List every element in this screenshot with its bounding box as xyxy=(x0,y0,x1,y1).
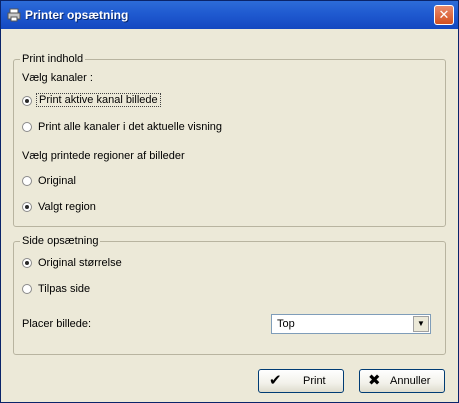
print-content-group-label: Print indhold xyxy=(20,53,86,65)
dialog-content: Print indhold Vælg kanaler : Print aktiv… xyxy=(5,31,454,400)
cancel-button-label: Annuller xyxy=(390,375,431,387)
close-button[interactable]: ✕ xyxy=(434,5,454,25)
radio-label: Print aktive kanal billede xyxy=(36,93,161,107)
radio-button[interactable] xyxy=(22,176,32,186)
close-icon: ✕ xyxy=(438,7,450,22)
printer-setup-dialog: Printer opsætning ✕ Print indhold Vælg k… xyxy=(0,0,459,403)
radio-button-checked[interactable] xyxy=(22,96,32,106)
radio-label: Original xyxy=(38,175,76,187)
page-setup-group: Side opsætning Original størrelse Tilpas… xyxy=(13,235,446,355)
radio-button[interactable] xyxy=(22,122,32,132)
chevron-down-icon: ▼ xyxy=(417,319,425,328)
placement-selected-value: Top xyxy=(277,318,295,330)
window-title: Printer opsætning xyxy=(25,8,129,22)
x-icon: ✖ xyxy=(368,372,381,389)
radio-button-checked[interactable] xyxy=(22,202,32,212)
radio-label: Original størrelse xyxy=(38,257,122,269)
checkmark-icon: ✔ xyxy=(269,372,282,389)
page-setup-group-label: Side opsætning xyxy=(20,235,101,247)
print-button[interactable]: ✔ Print xyxy=(258,369,344,393)
radio-button[interactable] xyxy=(22,284,32,294)
channels-label: Vælg kanaler : xyxy=(22,72,93,84)
printer-icon xyxy=(7,8,21,22)
print-button-label: Print xyxy=(303,375,326,387)
print-content-group: Print indhold Vælg kanaler : Print aktiv… xyxy=(13,53,446,227)
title-bar[interactable]: Printer opsætning ✕ xyxy=(1,1,458,29)
radio-label: Valgt region xyxy=(38,201,96,213)
radio-label: Tilpas side xyxy=(38,283,91,295)
radio-label: Print alle kanaler i det aktuelle visnin… xyxy=(38,121,223,133)
cancel-button[interactable]: ✖ Annuller xyxy=(359,369,445,393)
regions-label: Vælg printede regioner af billeder xyxy=(22,150,185,162)
radio-button-checked[interactable] xyxy=(22,258,32,268)
placement-label: Placer billede: xyxy=(22,318,92,330)
placement-dropdown[interactable]: Top ▼ xyxy=(271,314,431,334)
dropdown-arrow-icon[interactable]: ▼ xyxy=(413,316,429,332)
